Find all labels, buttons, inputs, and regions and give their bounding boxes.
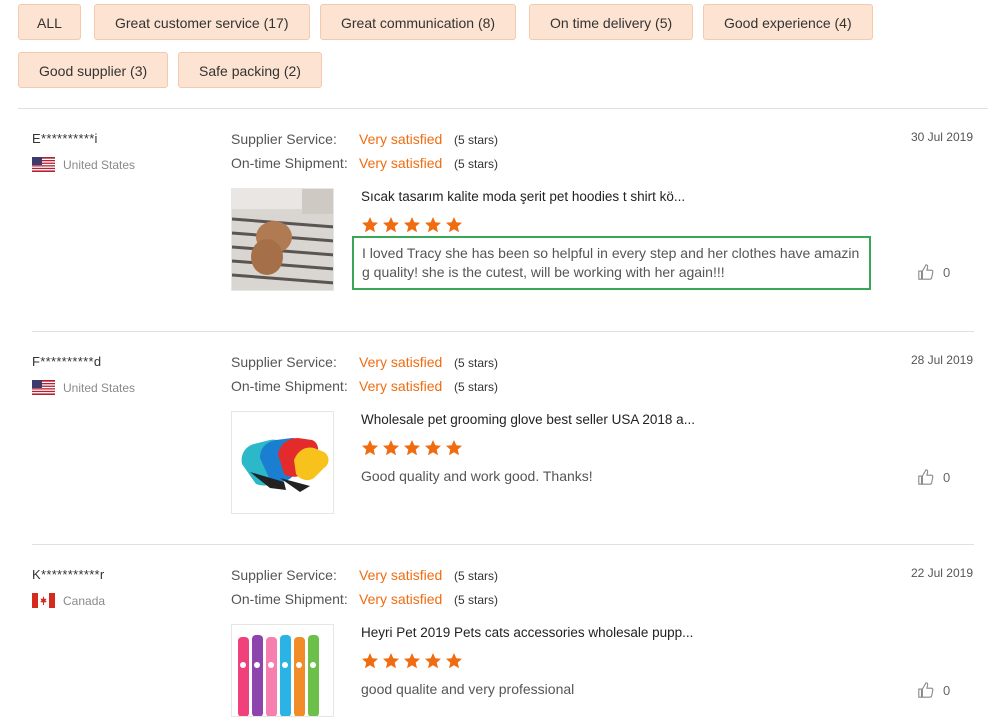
review-comment: good qualite and very professional — [361, 681, 575, 697]
like-count: 0 — [943, 469, 951, 485]
star-icon — [383, 440, 399, 456]
product-title-link[interactable]: Wholesale pet grooming glove best seller… — [361, 412, 695, 427]
rating-stars-text: (5 stars) — [454, 380, 499, 394]
filter-tag-safe-packing[interactable]: Safe packing (2) — [178, 52, 322, 88]
star-icon — [404, 653, 420, 669]
rating-label: On-time Shipment: — [231, 378, 348, 394]
filter-tag-on-time-delivery[interactable]: On time delivery (5) — [529, 4, 694, 40]
star-rating — [361, 216, 463, 234]
thumbs-up-icon — [918, 264, 934, 280]
us-flag-icon — [32, 380, 55, 395]
product-title-link[interactable]: Heyri Pet 2019 Pets cats accessories who… — [361, 625, 693, 640]
shipment-rating: On-time Shipment: Very satisfied (5 stars) — [231, 155, 498, 171]
supplier-service-rating: Supplier Service: Very satisfied (5 stars) — [231, 354, 498, 370]
divider — [32, 331, 974, 332]
filter-tag-good-supplier[interactable]: Good supplier (3) — [18, 52, 169, 88]
reviewer-name: E**********i — [32, 131, 98, 146]
rating-value: Very satisfied — [359, 378, 443, 394]
like-count: 0 — [943, 264, 951, 280]
shipment-rating: On-time Shipment: Very satisfied (5 stars) — [231, 591, 498, 607]
product-thumbnail[interactable] — [231, 188, 334, 291]
rating-stars-text: (5 stars) — [454, 593, 499, 607]
product-title-link[interactable]: Sıcak tasarım kalite moda şerit pet hood… — [361, 189, 685, 204]
star-icon — [383, 653, 399, 669]
review-date: 22 Jul 2019 — [910, 566, 973, 580]
supplier-service-rating: Supplier Service: Very satisfied (5 stars) — [231, 567, 498, 583]
star-icon — [446, 653, 462, 669]
rating-label: Supplier Service: — [231, 131, 337, 147]
rating-value: Very satisfied — [359, 354, 443, 370]
review-date: 30 Jul 2019 — [910, 130, 973, 144]
ca-flag-icon — [32, 593, 55, 608]
like-button[interactable]: 0 — [917, 468, 950, 486]
us-flag-icon — [32, 157, 55, 172]
like-button[interactable]: 0 — [917, 681, 950, 699]
rating-value: Very satisfied — [359, 131, 443, 147]
country-label: United States — [63, 380, 136, 395]
review-comment: Good quality and work good. Thanks! — [361, 468, 593, 484]
rating-stars-text: (5 stars) — [454, 356, 499, 370]
reviewer-country: United States — [32, 157, 135, 172]
star-icon — [446, 440, 462, 456]
rating-label: Supplier Service: — [231, 567, 337, 583]
rating-label: On-time Shipment: — [231, 155, 348, 171]
star-rating — [361, 439, 463, 457]
rating-label: Supplier Service: — [231, 354, 337, 370]
reviewer-name: F**********d — [32, 354, 102, 369]
product-thumbnail[interactable] — [231, 411, 334, 514]
like-button[interactable]: 0 — [917, 263, 950, 281]
star-icon — [362, 653, 378, 669]
reviewer-name: K***********r — [32, 567, 105, 582]
country-label: United States — [63, 157, 136, 172]
rating-stars-text: (5 stars) — [454, 157, 499, 171]
product-thumbnail[interactable] — [231, 624, 334, 717]
rating-value: Very satisfied — [359, 567, 443, 583]
rating-value: Very satisfied — [359, 155, 443, 171]
review-comment: I loved Tracy she has been so helpful in… — [352, 236, 871, 290]
divider — [18, 108, 988, 109]
supplier-service-rating: Supplier Service: Very satisfied (5 stars) — [231, 131, 498, 147]
reviewer-country: United States — [32, 380, 135, 395]
filter-tag-good-experience[interactable]: Good experience (4) — [703, 4, 873, 40]
reviewer-country: Canada — [32, 593, 105, 608]
review-date: 28 Jul 2019 — [910, 353, 973, 367]
like-count: 0 — [943, 682, 951, 698]
country-label: Canada — [63, 593, 106, 608]
divider — [32, 544, 974, 545]
rating-value: Very satisfied — [359, 591, 443, 607]
rating-label: On-time Shipment: — [231, 591, 348, 607]
star-icon — [425, 440, 441, 456]
thumbs-up-icon — [918, 682, 934, 698]
star-icon — [425, 653, 441, 669]
star-icon — [383, 217, 399, 233]
star-icon — [404, 440, 420, 456]
thumbs-up-icon — [918, 469, 934, 485]
star-icon — [425, 217, 441, 233]
filter-tag-great-communication[interactable]: Great communication (8) — [320, 4, 517, 40]
star-icon — [362, 440, 378, 456]
star-rating — [361, 652, 463, 670]
rating-stars-text: (5 stars) — [454, 569, 499, 583]
rating-stars-text: (5 stars) — [454, 133, 499, 147]
star-icon — [446, 217, 462, 233]
star-icon — [362, 217, 378, 233]
filter-tag-all[interactable]: ALL — [18, 4, 81, 40]
star-icon — [404, 217, 420, 233]
filter-tag-great-customer-service[interactable]: Great customer service (17) — [94, 4, 310, 40]
shipment-rating: On-time Shipment: Very satisfied (5 stars) — [231, 378, 498, 394]
